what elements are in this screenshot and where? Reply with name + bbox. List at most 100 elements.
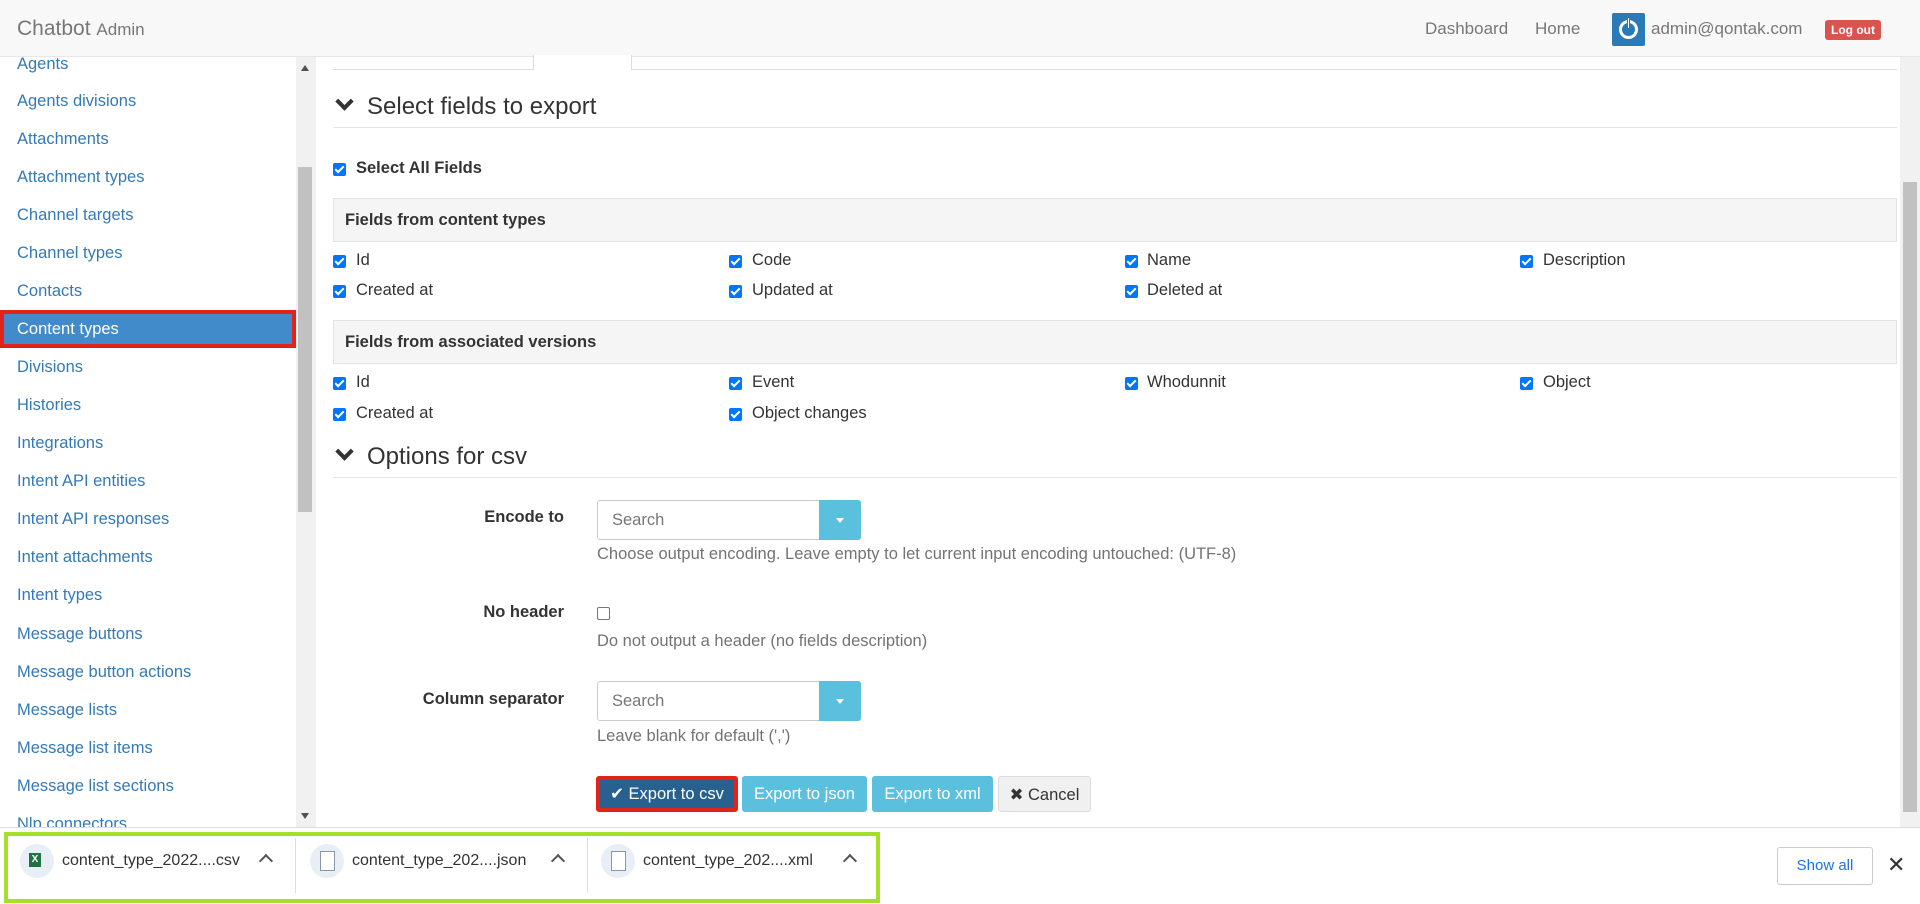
logout-button[interactable]: Log out [1825,20,1881,40]
sidebar-item-message-buttons[interactable]: Message buttons [0,615,296,653]
sidebar-item-intent-api-entities[interactable]: Intent API entities [0,462,296,500]
close-icon[interactable]: ✕ [1887,854,1905,876]
sidebar-item-intent-api-responses[interactable]: Intent API responses [0,500,296,538]
sidebar-item-message-button-actions[interactable]: Message button actions [0,653,296,691]
sidebar-item-divisions[interactable]: Divisions [0,348,296,386]
nav-home-link[interactable]: Home [1535,19,1580,39]
download-item-json[interactable]: content_type_202....json [310,842,575,882]
field-checkbox[interactable] [333,377,346,390]
section-select-fields[interactable]: Select fields to export [333,92,597,121]
sidebar-item-nlp-connectors[interactable]: Nlp connectors [0,805,296,827]
sidebar-item-intent-attachments[interactable]: Intent attachments [0,538,296,576]
divider [587,838,588,893]
field-label: Deleted at [1147,281,1223,299]
chevron-down-icon[interactable] [819,681,861,721]
sidebar-item-channel-targets[interactable]: Channel targets [0,196,296,234]
main-content: Select fields to export Select All Field… [316,55,1900,827]
top-navbar: Chatbot Admin Dashboard Home admin@qonta… [0,0,1920,57]
field-label: Object [1543,373,1591,391]
scroll-up-icon[interactable] [301,65,309,71]
section-options-csv[interactable]: Options for csv [333,442,528,471]
chevron-up-icon[interactable] [842,853,858,869]
nav-dashboard-link[interactable]: Dashboard [1425,19,1508,39]
field-checkbox[interactable] [729,408,742,421]
cancel-label: Cancel [1028,786,1080,804]
close-icon: ✖ [1009,786,1024,804]
sidebar-scrollbar[interactable] [296,57,314,827]
field-label: Created at [356,281,434,299]
export-csv-label: Export to csv [628,785,724,803]
section-title-options: Options for csv [367,443,528,470]
field-label: Name [1147,251,1192,269]
field-checkbox[interactable] [1125,377,1138,390]
sidebar-item-content-types[interactable]: Content types [0,310,296,348]
separator-label: Column separator [422,690,564,708]
divider [295,838,296,893]
sidebar-item-agents[interactable]: Agents [0,57,296,83]
field-checkbox[interactable] [729,285,742,298]
field-checkbox[interactable] [333,408,346,421]
field-label: Description [1543,251,1626,269]
chevron-up-icon[interactable] [550,853,566,869]
encode-placeholder: Search [612,511,665,529]
sidebar-item-message-lists[interactable]: Message lists [0,691,296,729]
active-tab[interactable] [533,55,632,70]
field-checkbox[interactable] [729,255,742,268]
sidebar-item-channel-types[interactable]: Channel types [0,234,296,272]
file-icon [601,844,635,878]
no-header-checkbox[interactable] [597,607,610,620]
main-scroll-thumb[interactable] [1903,182,1917,812]
no-header-label: No header [483,603,564,621]
brand-title: Chatbot [17,17,91,40]
sidebar-item-histories[interactable]: Histories [0,386,296,424]
show-all-button[interactable]: Show all [1777,847,1873,885]
brand[interactable]: Chatbot Admin [17,17,145,41]
sidebar-scroll-thumb[interactable] [298,167,312,512]
sidebar-item-message-list-items[interactable]: Message list items [0,729,296,767]
sidebar-item-message-list-sections[interactable]: Message list sections [0,767,296,805]
export-json-button[interactable]: Export to json [742,776,867,812]
field-label: Updated at [752,281,833,299]
download-item-xml[interactable]: content_type_202....xml [601,842,866,882]
field-checkbox[interactable] [1520,255,1533,268]
field-checkbox[interactable] [1125,285,1138,298]
download-bar: X content_type_2022....csv content_type_… [0,827,1920,904]
select-all-checkbox[interactable] [333,163,346,176]
chevron-down-icon[interactable] [819,500,861,540]
content-types-header-label: Fields from content types [345,211,546,229]
brand-subtitle: Admin [96,20,145,39]
field-checkbox[interactable] [333,285,346,298]
sidebar-item-attachments[interactable]: Attachments [0,120,296,158]
section-title-fields: Select fields to export [367,93,597,120]
separator-select[interactable]: Search [597,681,861,721]
divider [333,127,1897,128]
export-csv-button[interactable]: ✔ Export to csv [596,776,738,812]
field-label: Object changes [752,404,867,422]
chevron-up-icon[interactable] [258,853,274,869]
cancel-button[interactable]: ✖ Cancel [998,776,1091,812]
user-email[interactable]: admin@qontak.com [1651,19,1802,39]
separator-help: Leave blank for default (',') [597,727,791,745]
field-label: Code [752,251,792,269]
field-label: Id [356,373,370,391]
export-xml-button[interactable]: Export to xml [872,776,993,812]
no-header-help: Do not output a header (no fields descri… [597,632,928,650]
sidebar-item-contacts[interactable]: Contacts [0,272,296,310]
sidebar-item-agents-divisions[interactable]: Agents divisions [0,82,296,120]
field-checkbox[interactable] [1125,255,1138,268]
versions-header-label: Fields from associated versions [345,333,597,351]
encode-label: Encode to [484,508,564,526]
field-checkbox[interactable] [1520,377,1533,390]
main-scrollbar[interactable] [1900,57,1920,827]
sidebar-item-intent-types[interactable]: Intent types [0,576,296,614]
encode-select[interactable]: Search [597,500,861,540]
chevron-down-icon [335,92,354,111]
sidebar-item-integrations[interactable]: Integrations [0,424,296,462]
field-checkbox[interactable] [333,255,346,268]
sidebar-item-attachment-types[interactable]: Attachment types [0,158,296,196]
versions-fields-header: Fields from associated versions [333,320,1897,364]
scroll-down-icon[interactable] [301,813,309,819]
download-item-csv[interactable]: X content_type_2022....csv [20,842,285,882]
field-checkbox[interactable] [729,377,742,390]
field-label: Event [752,373,795,391]
